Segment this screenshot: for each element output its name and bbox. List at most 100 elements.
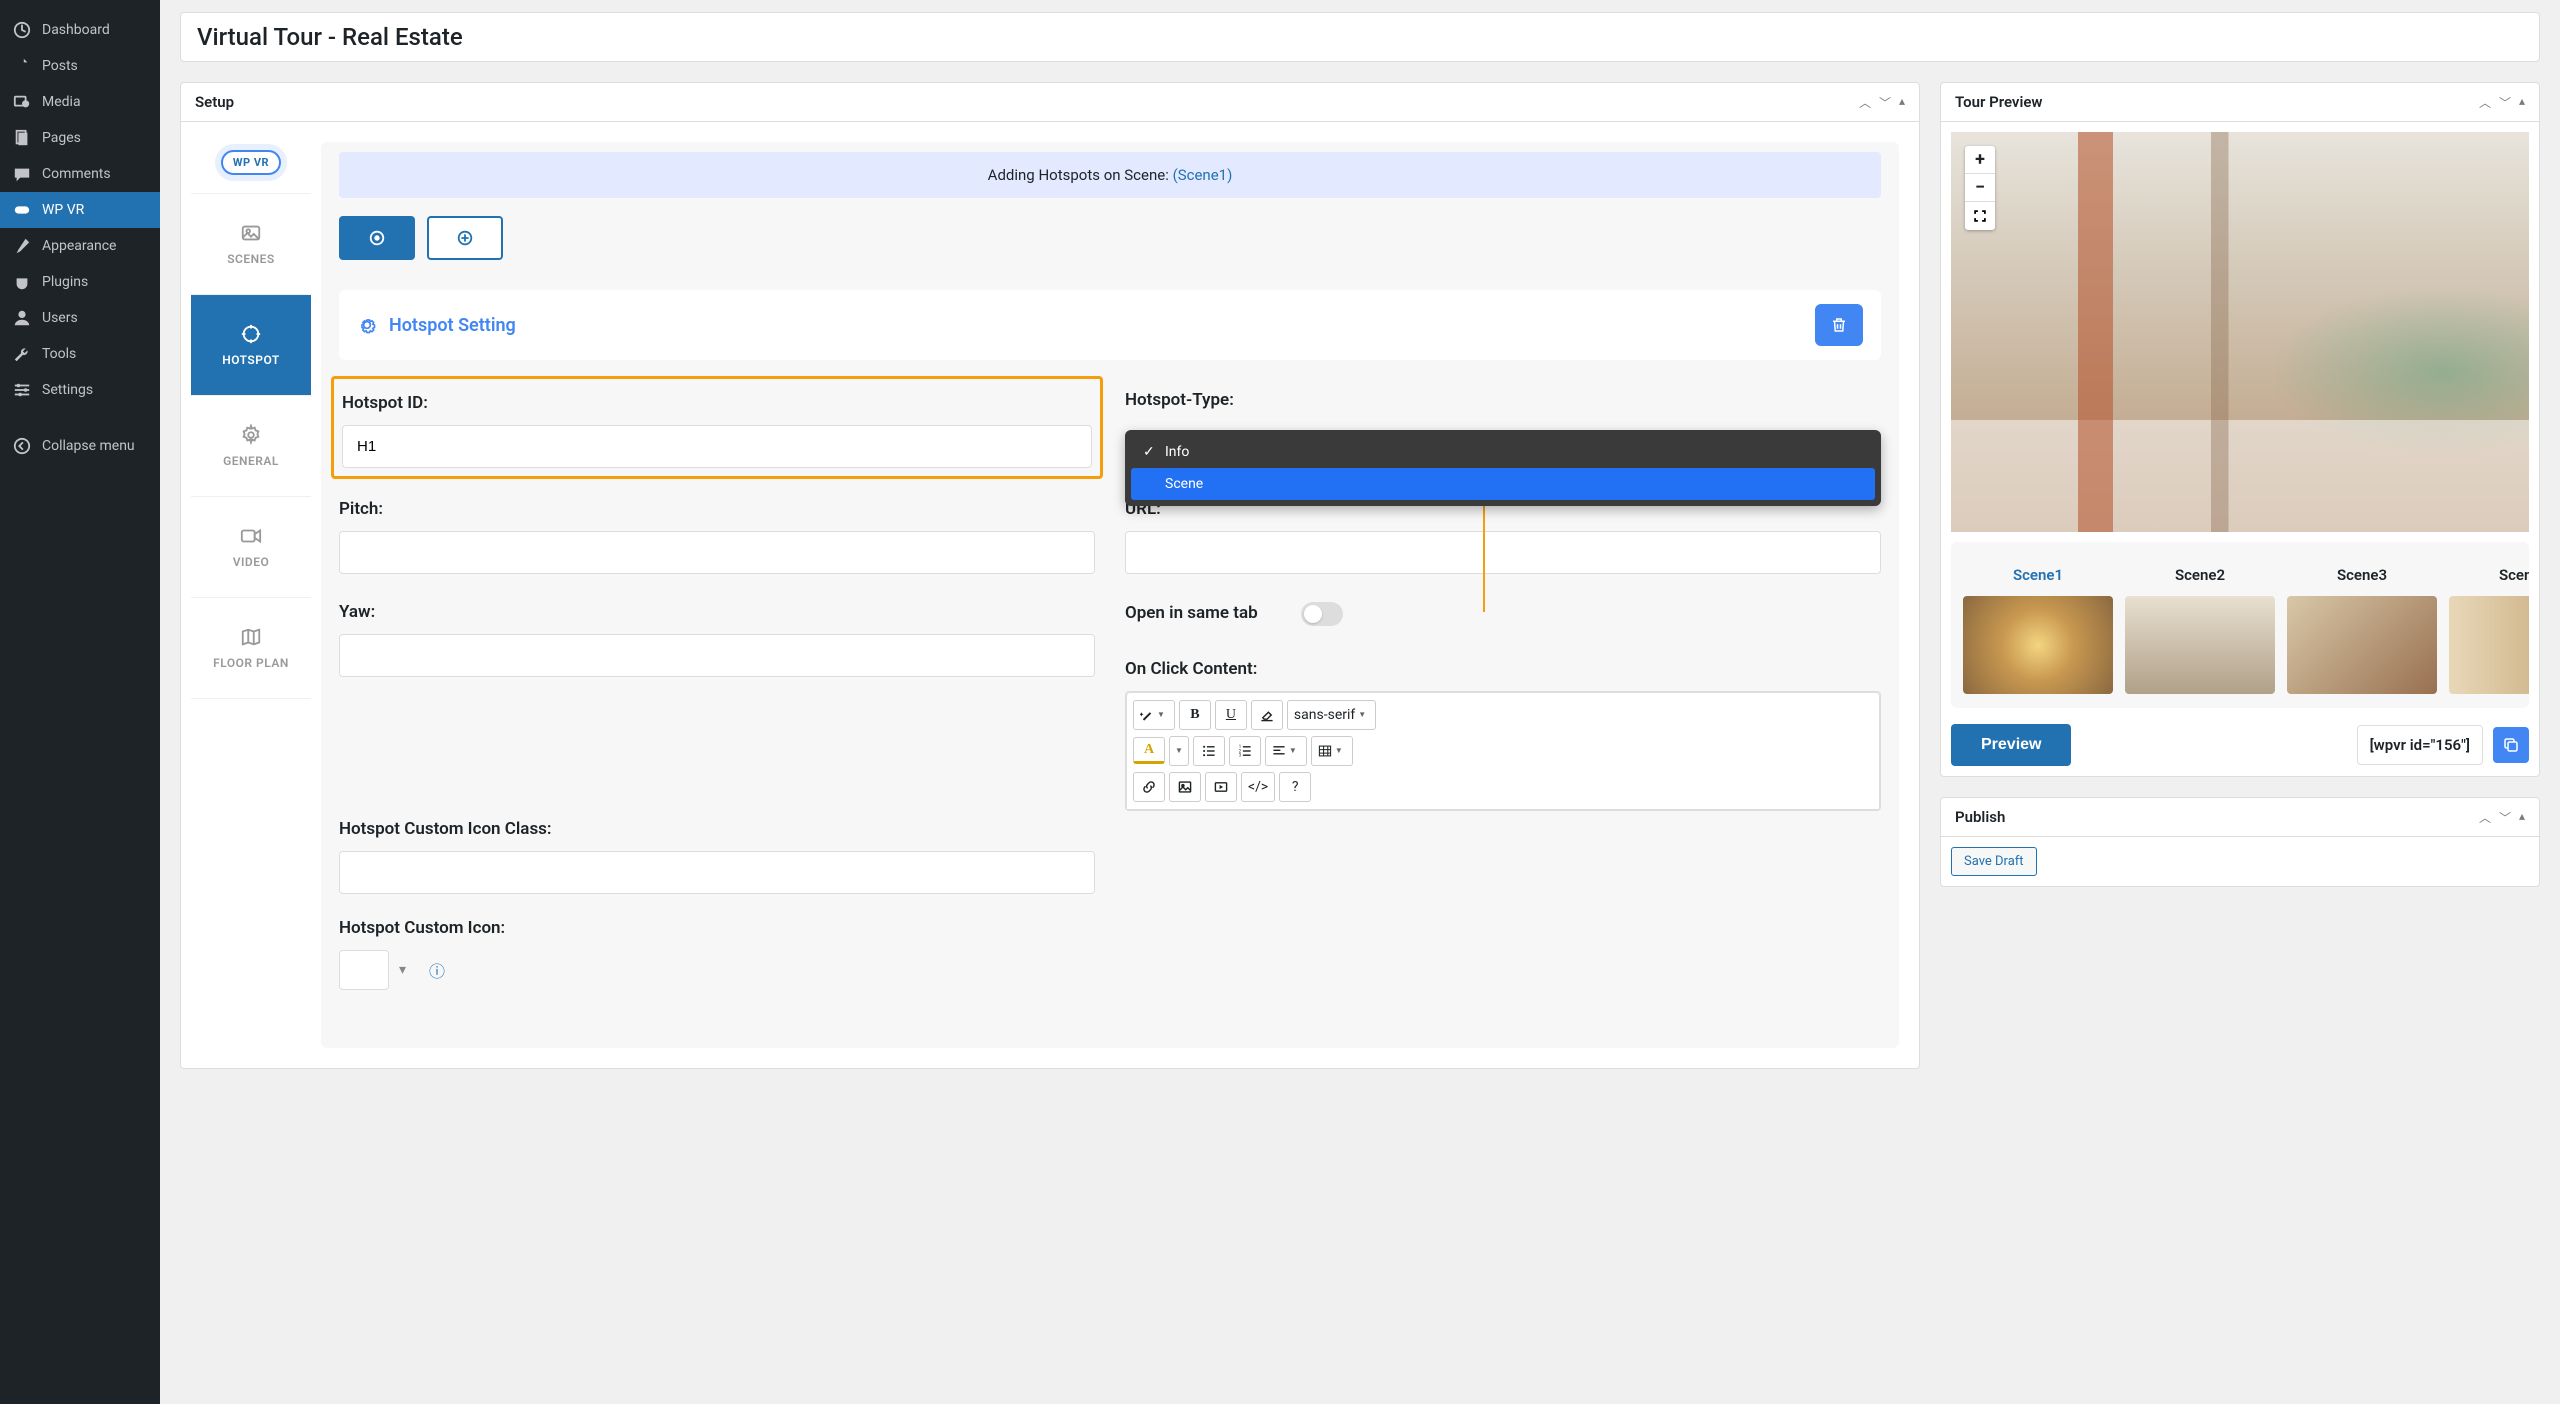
panel-toggle-icon[interactable]: ▴ <box>2519 809 2525 826</box>
gear-icon <box>357 315 377 335</box>
zoom-out-button[interactable]: − <box>1965 174 1995 202</box>
user-icon <box>12 308 32 328</box>
copy-shortcode-button[interactable] <box>2493 727 2529 763</box>
tab-label: SCENES <box>227 252 275 266</box>
preview-button[interactable]: Preview <box>1951 724 2071 766</box>
fullscreen-button[interactable] <box>1965 202 1995 230</box>
scene-item-4[interactable]: Scene4 <box>2449 562 2529 694</box>
tab-label: GENERAL <box>223 454 279 468</box>
rte-magic-button[interactable]: ▼ <box>1133 700 1175 730</box>
menu-label: Appearance <box>42 238 116 254</box>
title-bar: Virtual Tour - Real Estate <box>180 12 2540 62</box>
rte-bold-button[interactable]: B <box>1179 700 1211 730</box>
option-label: Info <box>1165 444 1189 460</box>
hotspot-add-button[interactable] <box>427 216 503 260</box>
menu-settings[interactable]: Settings <box>0 372 160 408</box>
panel-up-icon[interactable]: ︿ <box>2479 809 2491 826</box>
rte-video-button[interactable] <box>1205 772 1237 802</box>
hotspot-current-button[interactable] <box>339 216 415 260</box>
menu-users[interactable]: Users <box>0 300 160 336</box>
url-input[interactable] <box>1125 531 1881 574</box>
banner-scene-link[interactable]: (Scene1) <box>1173 166 1233 184</box>
rte-link-button[interactable] <box>1133 772 1165 802</box>
pitch-input[interactable] <box>339 531 1095 574</box>
tab-label: HOTSPOT <box>222 353 280 367</box>
open-same-tab-label: Open in same tab <box>1125 603 1258 623</box>
zoom-in-button[interactable]: + <box>1965 146 1995 174</box>
publish-title: Publish <box>1955 808 2005 826</box>
comment-icon <box>12 164 32 184</box>
dropdown-option-scene[interactable]: Scene <box>1131 468 1875 500</box>
tour-preview-header: Tour Preview ︿ ﹀ ▴ <box>1941 83 2539 122</box>
menu-media[interactable]: Media <box>0 84 160 120</box>
tour-viewport[interactable]: + − <box>1951 132 2529 532</box>
scene-item-2[interactable]: Scene2 <box>2125 562 2275 694</box>
delete-hotspot-button[interactable] <box>1815 304 1863 346</box>
custom-icon-dropdown[interactable]: ▾ <box>399 962 419 978</box>
shortcode-display: [wpvr id="156"] <box>2357 725 2483 765</box>
menu-appearance[interactable]: Appearance <box>0 228 160 264</box>
hotspot-setting-title: Hotspot Setting <box>389 315 516 336</box>
rte-textcolor-caret[interactable]: ▼ <box>1169 736 1189 766</box>
panel-down-icon[interactable]: ﹀ <box>1879 94 1891 111</box>
menu-posts[interactable]: Posts <box>0 48 160 84</box>
on-click-content-label: On Click Content: <box>1125 659 1881 679</box>
scene-name: Scene4 <box>2449 562 2529 588</box>
rte-font-select[interactable]: sans-serif ▼ <box>1287 700 1376 730</box>
menu-label: WP VR <box>42 202 84 218</box>
menu-label: Settings <box>42 382 93 398</box>
rte-align-button[interactable]: ▼ <box>1265 736 1307 766</box>
rte-table-button[interactable]: ▼ <box>1311 736 1353 766</box>
panel-toggle-icon[interactable]: ▴ <box>2519 94 2525 111</box>
banner-prefix: Adding Hotspots on Scene: <box>988 166 1173 184</box>
video-icon <box>240 525 262 547</box>
rte-underline-button[interactable]: U <box>1215 700 1247 730</box>
rte-ol-button[interactable]: 123 <box>1229 736 1261 766</box>
panel-toggle-icon[interactable]: ▴ <box>1899 94 1905 111</box>
scene-item-1[interactable]: Scene1 <box>1963 562 2113 694</box>
save-draft-button[interactable]: Save Draft <box>1951 847 2037 876</box>
open-same-tab-toggle[interactable] <box>1301 602 1343 626</box>
tab-floorplan[interactable]: FLOOR PLAN <box>191 598 311 699</box>
collapse-menu[interactable]: Collapse menu <box>0 428 160 464</box>
page-icon <box>12 128 32 148</box>
panel-up-icon[interactable]: ︿ <box>1859 94 1871 111</box>
info-icon[interactable]: ⓘ <box>429 958 445 982</box>
pitch-label: Pitch: <box>339 499 1095 519</box>
tab-scenes[interactable]: SCENES <box>191 194 311 295</box>
rte-help-button[interactable]: ? <box>1279 772 1311 802</box>
hotspot-type-dropdown[interactable]: ✓ Info Scene <box>1125 430 1881 506</box>
panel-down-icon[interactable]: ﹀ <box>2499 94 2511 111</box>
setup-panel: Setup ︿ ﹀ ▴ WP VR <box>180 82 1920 1069</box>
tab-hotspot[interactable]: HOTSPOT <box>191 295 311 396</box>
dropdown-option-info[interactable]: ✓ Info <box>1131 436 1875 468</box>
rte-textcolor-button[interactable]: A <box>1133 737 1165 764</box>
wpvr-icon <box>12 200 32 220</box>
tab-general[interactable]: GENERAL <box>191 396 311 497</box>
dashboard-icon <box>12 20 32 40</box>
scene-name: Scene2 <box>2125 562 2275 588</box>
menu-dashboard[interactable]: Dashboard <box>0 12 160 48</box>
hotspot-id-input[interactable] <box>342 425 1092 468</box>
custom-icon-class-input[interactable] <box>339 851 1095 894</box>
scene-thumbnail <box>2287 596 2437 694</box>
menu-tools[interactable]: Tools <box>0 336 160 372</box>
yaw-input[interactable] <box>339 634 1095 677</box>
rte-eraser-button[interactable] <box>1251 700 1283 730</box>
menu-wpvr[interactable]: WP VR <box>0 192 160 228</box>
panel-down-icon[interactable]: ﹀ <box>2499 809 2511 826</box>
collapse-icon <box>12 436 32 456</box>
rte-code-button[interactable]: </> <box>1241 772 1275 802</box>
scene-item-3[interactable]: Scene3 <box>2287 562 2437 694</box>
admin-sidebar: Dashboard Posts Media Pages Comments <box>0 0 160 1404</box>
scene-thumbnail <box>2449 596 2529 694</box>
tour-preview-panel: Tour Preview ︿ ﹀ ▴ + − <box>1940 82 2540 777</box>
custom-icon-label: Hotspot Custom Icon: <box>339 918 1095 938</box>
tab-video[interactable]: VIDEO <box>191 497 311 598</box>
rte-ul-button[interactable] <box>1193 736 1225 766</box>
menu-pages[interactable]: Pages <box>0 120 160 156</box>
rte-image-button[interactable] <box>1169 772 1201 802</box>
menu-comments[interactable]: Comments <box>0 156 160 192</box>
menu-plugins[interactable]: Plugins <box>0 264 160 300</box>
panel-up-icon[interactable]: ︿ <box>2479 94 2491 111</box>
